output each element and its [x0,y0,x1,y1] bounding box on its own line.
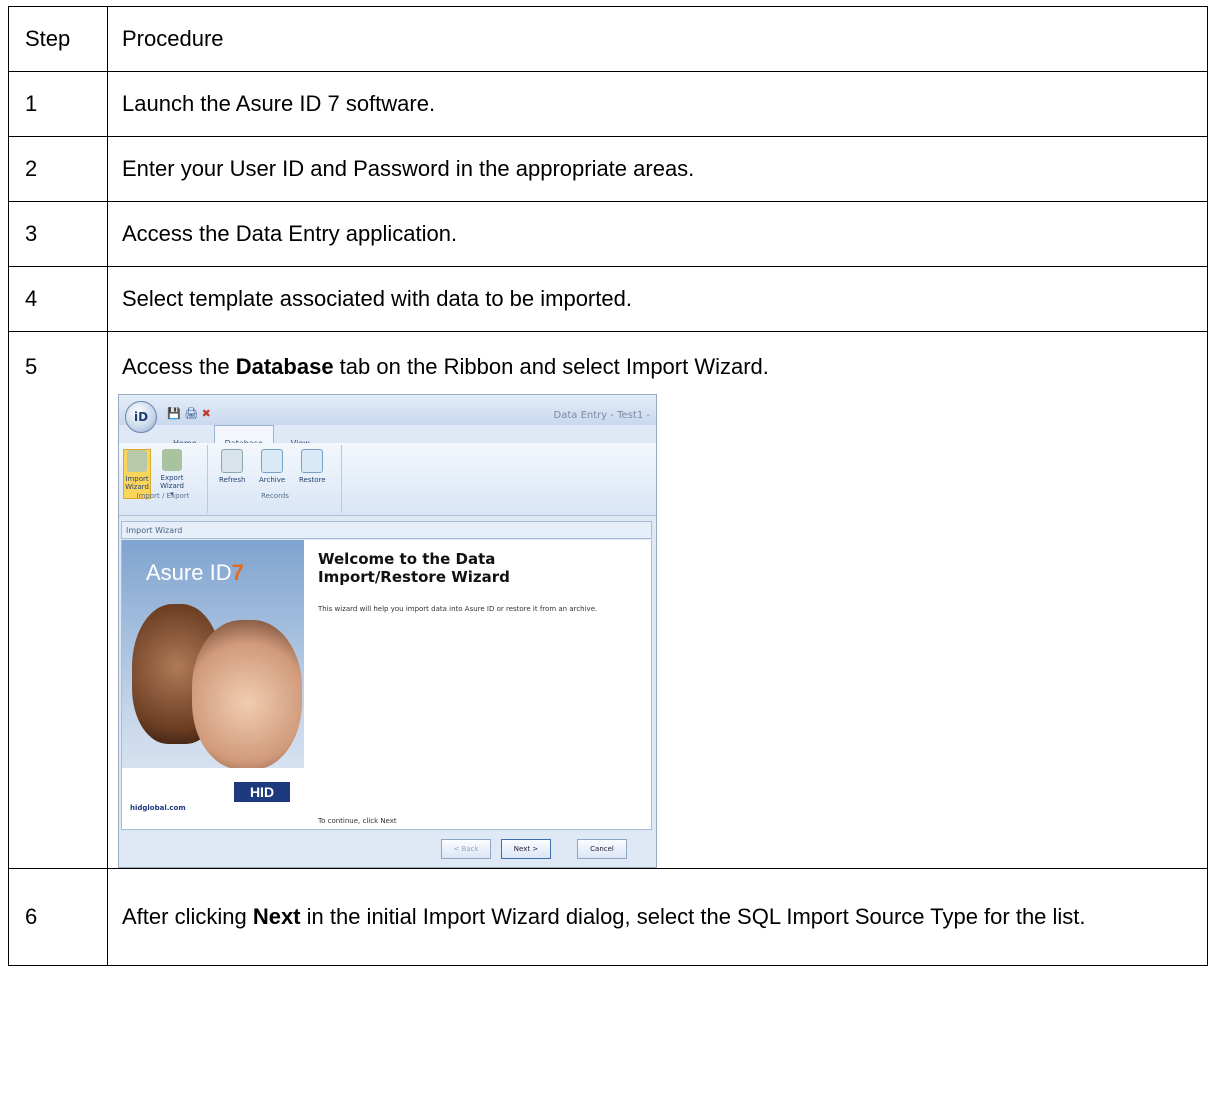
next-button[interactable]: Next > [501,839,551,859]
brand-logo: Asure ID7 [146,558,244,588]
text-part: Access the [122,354,236,379]
group-label: Records [261,492,289,500]
cancel-button[interactable]: Cancel [577,839,627,859]
group-import-export: Import Wizard Export Wizard ▾ Import / E… [119,445,208,513]
hid-footer: HID hidglobal.com [122,768,304,829]
refresh-icon [221,449,243,473]
database-export-icon [162,449,182,471]
step-content: Access the Database tab on the Ribbon an… [107,331,1208,869]
save-icon[interactable]: 💾 [167,407,181,420]
step-text: Launch the Asure ID 7 software. [107,71,1208,137]
table-row: 5 Access the Database tab on the Ribbon … [8,331,1208,869]
restore-button[interactable]: Restore [299,449,326,484]
app-logo-button[interactable]: iD [125,401,157,433]
step-number: 6 [8,868,108,966]
procedure-table: Step Procedure 1 Launch the Asure ID 7 s… [8,6,1208,966]
table-header-row: Step Procedure [8,6,1208,72]
text-part: tab on the Ribbon and select Import Wiza… [333,354,769,379]
title-line: Welcome to the Data [318,550,496,568]
window-titlebar: iD 💾 🖨 ✖ Data Entry - Test1 - [119,395,656,433]
group-records: Refresh Archive Restore Records [209,445,342,513]
table-row: 3 Access the Data Entry application. [8,201,1208,267]
table-row: 2 Enter your User ID and Password in the… [8,136,1208,202]
step-text: Access the Database tab on the Ribbon an… [122,352,1207,382]
wizard-button-bar: < Back Next > Cancel [121,830,652,866]
wizard-banner: Asure ID7 HID hidglobal.com [122,540,304,829]
step-number: 5 [8,331,108,869]
step-number: 1 [8,71,108,137]
print-icon[interactable]: 🖨 [184,407,198,420]
text-bold: Database [235,354,334,379]
wizard-header: Import Wizard [121,521,652,539]
window-title: Data Entry - Test1 - [553,410,650,421]
step-number: 4 [8,266,108,332]
wizard-title: Welcome to the Data Import/Restore Wizar… [318,550,510,586]
step-number: 2 [8,136,108,202]
restore-icon [301,449,323,473]
step-text: Select template associated with data to … [107,266,1208,332]
step-text: After clicking Next in the initial Impor… [107,868,1208,966]
ribbon-tabs: Home Database View [163,425,320,462]
archive-button[interactable]: Archive [259,449,285,484]
text-part: After clicking [122,904,253,929]
table-row: 4 Select template associated with data t… [8,266,1208,332]
table-row: 6 After clicking Next in the initial Imp… [8,868,1208,966]
header-step: Step [8,6,108,72]
refresh-button[interactable]: Refresh [219,449,245,484]
hid-logo: HID [234,782,290,802]
brand-name: Asure ID [146,560,232,585]
back-button[interactable]: < Back [441,839,491,859]
table-row: 1 Launch the Asure ID 7 software. [8,71,1208,137]
close-icon[interactable]: ✖ [202,407,211,420]
wizard-description: This wizard will help you import data in… [318,605,598,613]
title-line: Import/Restore Wizard [318,568,510,586]
archive-icon [261,449,283,473]
step-text: Enter your User ID and Password in the a… [107,136,1208,202]
database-icon [127,450,147,472]
header-procedure: Procedure [107,6,1208,72]
step-number: 3 [8,201,108,267]
group-label: Import / Export [136,492,190,500]
hid-url: hidglobal.com [130,804,186,812]
person-photo [192,620,302,770]
text-part: in the initial Import Wizard dialog, sel… [300,904,1086,929]
wizard-body: Asure ID7 HID hidglobal.com Welcome to t… [121,540,652,830]
brand-version: 7 [231,560,244,585]
step-text: Access the Data Entry application. [107,201,1208,267]
text-bold: Next [252,904,301,929]
embedded-screenshot: iD 💾 🖨 ✖ Data Entry - Test1 - Home Datab… [118,394,657,868]
ribbon: Import Wizard Export Wizard ▾ Import / E… [119,443,656,516]
